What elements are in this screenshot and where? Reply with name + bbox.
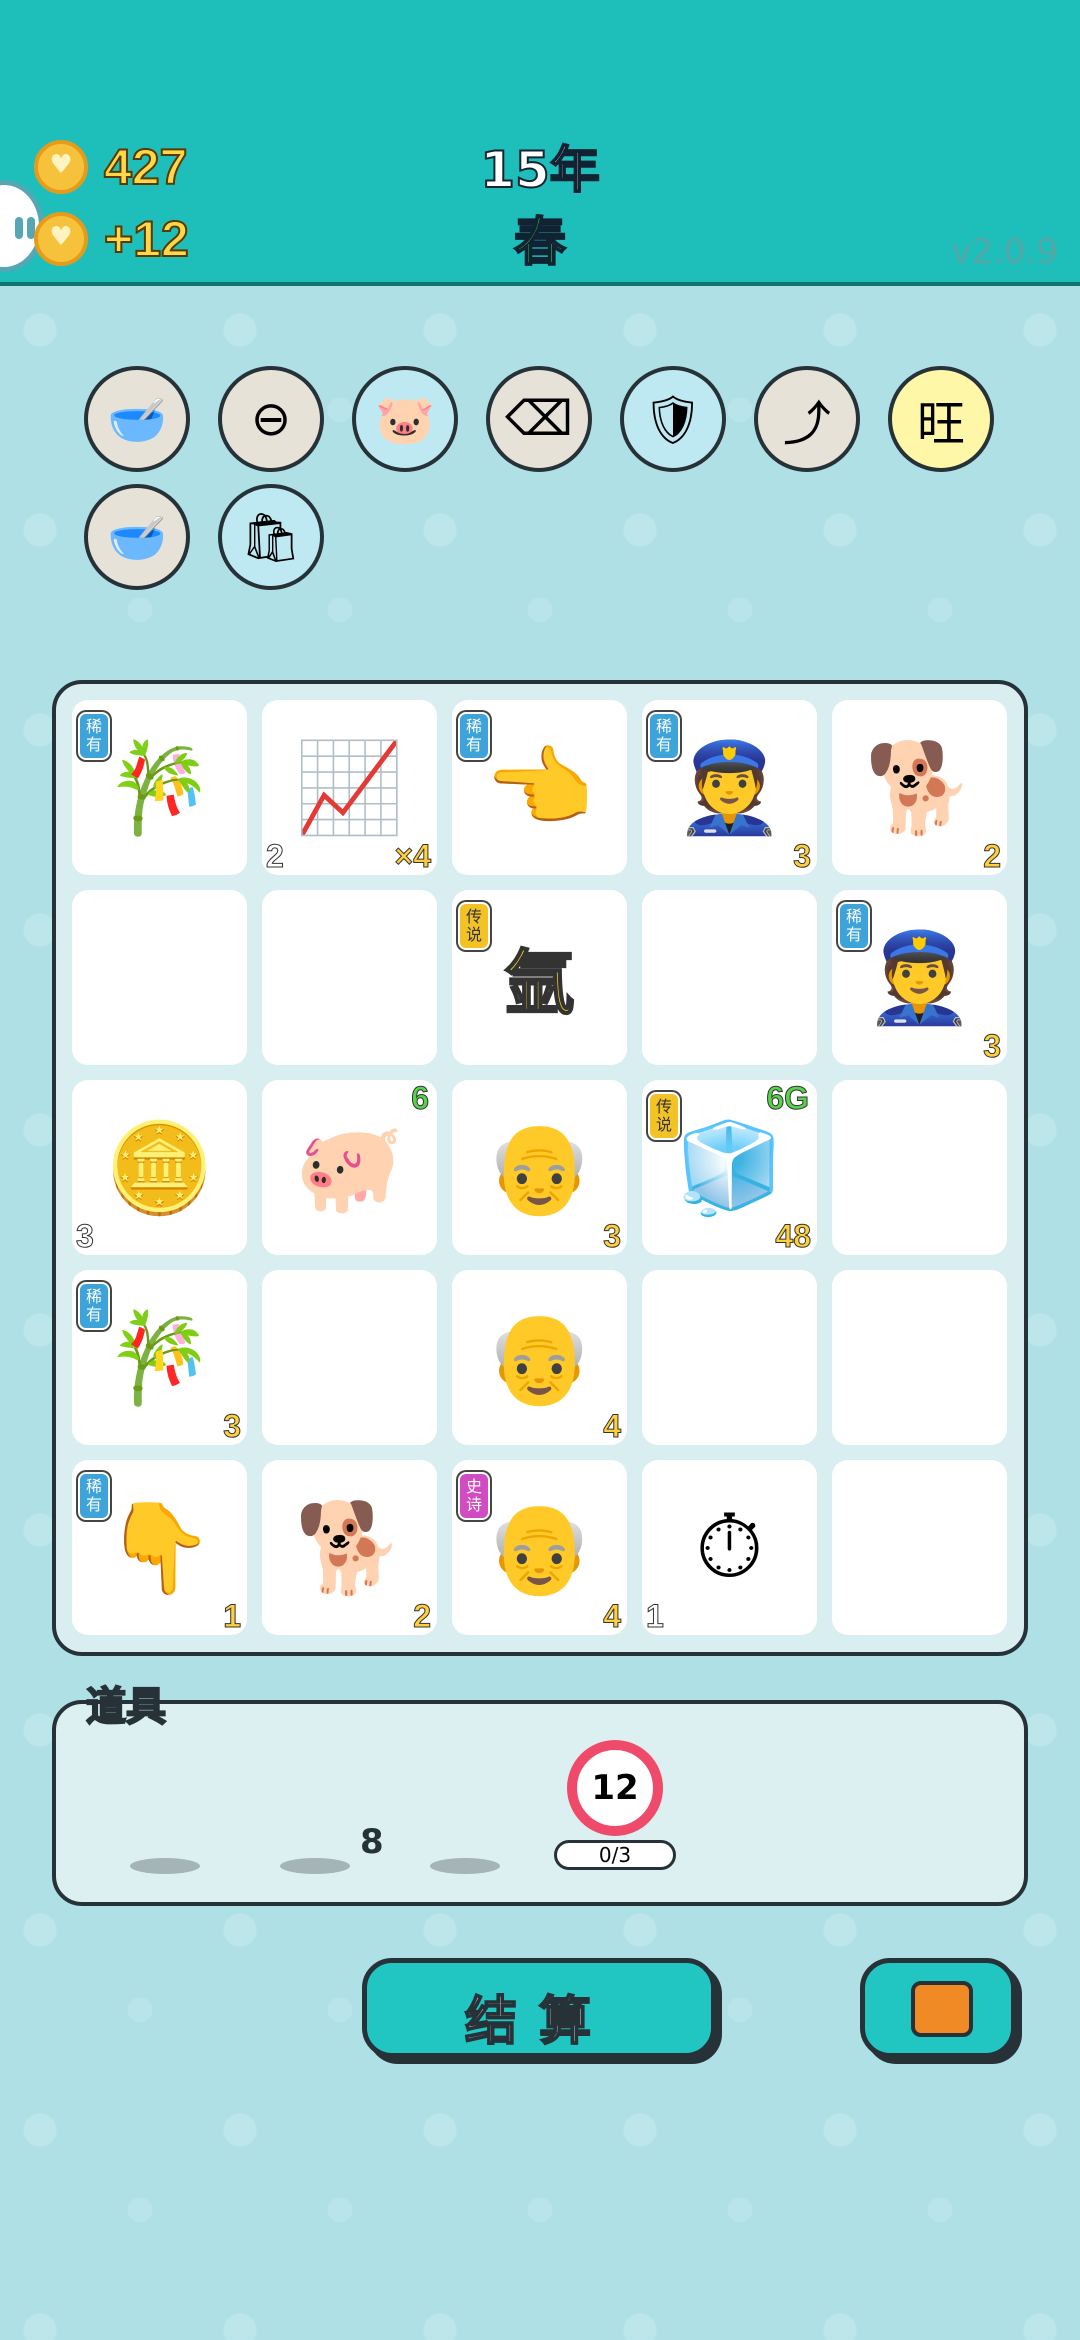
relic-upgrade-arrow-icon[interactable]: ⤴ (754, 366, 860, 472)
piggy-bank-icon[interactable] (110, 1740, 220, 1850)
husky-dog-icon: 🐕 (864, 735, 975, 839)
old-man-icon: 👴 (484, 1115, 595, 1219)
relic-minus-circle-icon[interactable]: ⊖ (218, 366, 324, 472)
board-cell[interactable]: 👮 稀有 3 (642, 700, 817, 875)
cell-value-br: 48 (775, 1218, 812, 1255)
rarity-tag: 稀有 (78, 712, 110, 760)
relic-dog-food-bowl-icon[interactable]: 🥣 (84, 484, 190, 590)
silver-bars-icon: 🪙 (104, 1115, 215, 1219)
cell-value-br: 4 (603, 1408, 622, 1445)
board-cell[interactable]: 👴 3 (452, 1080, 627, 1255)
cell-value-tr: 6G (766, 1080, 810, 1117)
bag-button[interactable] (860, 1958, 1016, 2058)
board-cell[interactable]: 👴 史诗 4 (452, 1460, 627, 1635)
item-shadow (130, 1858, 200, 1874)
relic-wang-pattern-icon[interactable]: 旺 (888, 366, 994, 472)
board-cell[interactable]: 🪙 3 (72, 1080, 247, 1255)
rarity-tag: 稀有 (648, 712, 680, 760)
board-cell[interactable] (642, 890, 817, 1065)
cell-value-br: 2 (983, 838, 1002, 875)
item-shadow (280, 1858, 350, 1874)
board-cell[interactable]: 🧊 传说 48 6G (642, 1080, 817, 1255)
relic-piggy-bank-icon[interactable]: 🐷 (352, 366, 458, 472)
rarity-tag: 稀有 (458, 712, 490, 760)
rarity-tag: 稀有 (78, 1472, 110, 1520)
cell-value-bl: 2 (266, 838, 285, 875)
cell-value-br: 3 (223, 1408, 242, 1445)
board-cell[interactable]: 📈 ×4 2 (262, 700, 437, 875)
cell-value-bl: 1 (646, 1598, 665, 1635)
relic-dog-food-bowl-icon[interactable]: 🥣 (84, 366, 190, 472)
board-cell[interactable]: 🎋 稀有 (72, 700, 247, 875)
board-cell[interactable] (262, 1270, 437, 1445)
rarity-tag: 史诗 (458, 1472, 490, 1520)
board-cell[interactable]: 👈 稀有 (452, 700, 627, 875)
item-shadow (430, 1858, 500, 1874)
board-cell[interactable]: 🐕 2 (832, 700, 1007, 875)
cell-value-tr: 6 (411, 1080, 430, 1117)
board-cell[interactable]: ⏱ 1 (642, 1460, 817, 1635)
rarity-tag: 传说 (648, 1092, 680, 1140)
board-cell[interactable]: 👴 4 (452, 1270, 627, 1445)
board-cell[interactable] (832, 1460, 1007, 1635)
board-cell[interactable]: 氩传说 (452, 890, 627, 1065)
slot-board: 🎋 稀有 📈 ×4 2 👈 稀有 👮 稀有 3 🐕 2 氩传说 👮 稀有 3 🪙 3 🐖 6 👴 3 🧊 传说 48 6G 🎋 稀有 3… (52, 680, 1028, 1656)
top-bar: 427 +12 15年 春 v2.0.9 (0, 0, 1080, 286)
cell-value-br: 3 (793, 838, 812, 875)
cell-value-br: 2 (413, 1598, 432, 1635)
rarity-tag: 传说 (458, 902, 490, 950)
cell-value-bl: 3 (76, 1218, 95, 1255)
board-cell[interactable]: 👇 稀有 1 (72, 1460, 247, 1635)
board-cell[interactable] (642, 1270, 817, 1445)
rarity-tag: 稀有 (838, 902, 870, 950)
reroll-token-icon[interactable]: 12 (567, 1740, 663, 1836)
cell-value-br: 1 (223, 1598, 242, 1635)
reroll-progress: 0/3 (554, 1840, 676, 1870)
item-count: 8 (360, 1822, 384, 1862)
cell-value-br: 4 (603, 1598, 622, 1635)
stopwatch-card-icon: ⏱ (695, 1495, 764, 1598)
board-cell[interactable]: 🐕 2 (262, 1460, 437, 1635)
board-cell[interactable]: 👮 稀有 3 (832, 890, 1007, 1065)
relic-trash-bag-icon[interactable]: 🛍 (218, 484, 324, 590)
version-label: v2.0.9 (951, 232, 1058, 272)
cell-value-br: 3 (983, 1028, 1002, 1065)
board-cell[interactable] (262, 890, 437, 1065)
crown-icon[interactable] (410, 1740, 520, 1850)
relic-delete-tag-icon[interactable]: ⌫ (486, 366, 592, 472)
board-cell[interactable]: 🎋 稀有 3 (72, 1270, 247, 1445)
settle-button-label: 结算 (464, 1991, 613, 2053)
husky-dog-icon: 🐕 (294, 1495, 405, 1599)
board-cell[interactable]: 🐖 6 (262, 1080, 437, 1255)
meat-icon[interactable] (260, 1740, 370, 1850)
relic-shield-wrench-icon[interactable]: 🛡 (620, 366, 726, 472)
cell-value-br: ×4 (394, 838, 431, 875)
rarity-tag: 稀有 (78, 1282, 110, 1330)
year-label: 15年 (479, 140, 601, 200)
settle-button[interactable]: 结算 (362, 1958, 716, 2058)
board-cell[interactable] (832, 1080, 1007, 1255)
briefcase-icon (911, 1981, 973, 2037)
props-panel: 8 0/3 12 (52, 1700, 1028, 1906)
board-cell[interactable] (832, 1270, 1007, 1445)
props-title: 道具 (85, 1683, 167, 1731)
board-cell[interactable] (72, 890, 247, 1065)
season-label: 春 (513, 212, 567, 274)
cell-value-br: 3 (603, 1218, 622, 1255)
sleeping-old-man-icon: 👴 (484, 1305, 595, 1409)
